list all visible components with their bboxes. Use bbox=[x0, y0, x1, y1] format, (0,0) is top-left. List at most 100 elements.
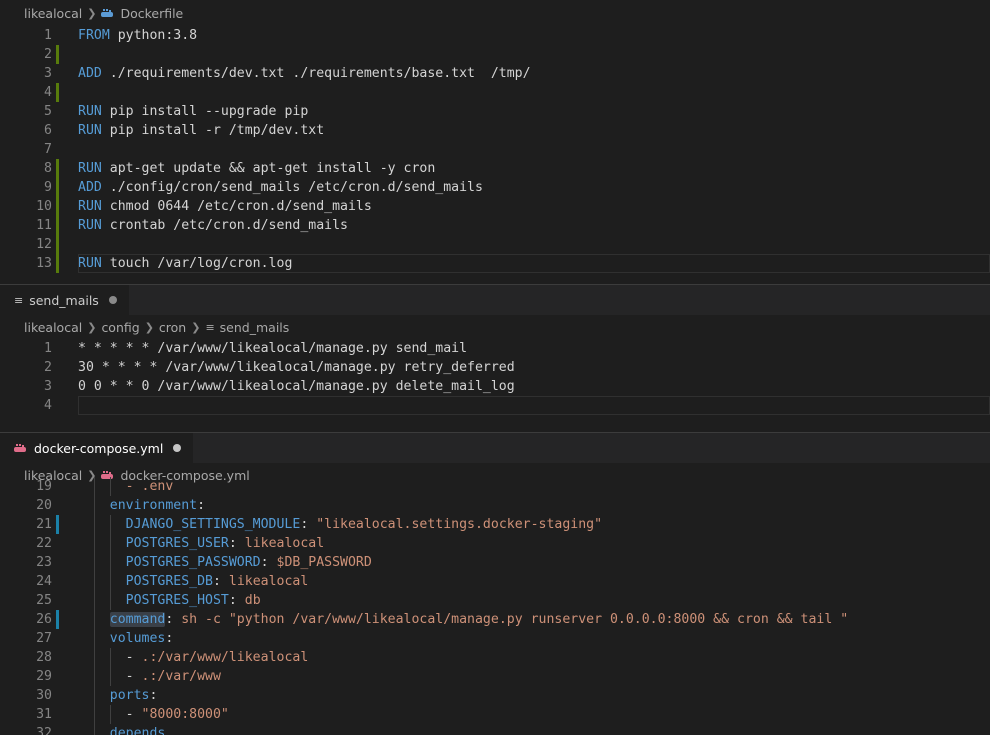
line-number: 1 bbox=[44, 28, 52, 43]
current-line-highlight bbox=[78, 396, 990, 415]
code-line[interactable]: 27 volumes: bbox=[0, 629, 990, 648]
code-line[interactable]: 9 ADD ./config/cron/send_mails /etc/cron.… bbox=[0, 178, 990, 197]
yaml-value: .:/var/www bbox=[141, 669, 221, 684]
line-number: 26 bbox=[36, 612, 52, 627]
keyword: RUN bbox=[78, 218, 102, 233]
code-line[interactable]: 6 RUN pip install -r /tmp/dev.txt bbox=[0, 121, 990, 140]
code-line[interactable]: 7 bbox=[0, 140, 990, 159]
line-text: ADD ./requirements/dev.txt ./requirement… bbox=[78, 64, 531, 83]
breadcrumb-folder[interactable]: likealocal bbox=[24, 6, 82, 21]
code-line[interactable]: 25 POSTGRES_HOST: db bbox=[0, 591, 990, 610]
tab-bar: ≡ send_mails bbox=[0, 285, 990, 315]
code-line[interactable]: 21 DJANGO_SETTINGS_MODULE: "likealocal.s… bbox=[0, 515, 990, 534]
keyword: RUN bbox=[78, 161, 102, 176]
yaml-value: - bbox=[125, 650, 142, 665]
code-line[interactable]: 5 RUN pip install --upgrade pip bbox=[0, 102, 990, 121]
code-line[interactable]: 11 RUN crontab /etc/cron.d/send_mails bbox=[0, 216, 990, 235]
modified-line-marker bbox=[56, 83, 59, 102]
code-line[interactable]: 32 depends bbox=[0, 724, 990, 735]
code-line[interactable]: 19 - .env bbox=[0, 477, 990, 496]
code-line[interactable]: 13 RUN touch /var/log/cron.log bbox=[0, 254, 990, 273]
code-line[interactable]: 10 RUN chmod 0644 /etc/cron.d/send_mails bbox=[0, 197, 990, 216]
yaml-value: sh -c "python /var/www/likealocal/manage… bbox=[181, 612, 849, 627]
line-number: 10 bbox=[36, 199, 52, 214]
modified-line-marker bbox=[56, 197, 59, 216]
line-number: 25 bbox=[36, 593, 52, 608]
line-number: 13 bbox=[36, 256, 52, 271]
code-line[interactable]: 29 - .:/var/www bbox=[0, 667, 990, 686]
unsaved-dot-icon[interactable] bbox=[173, 444, 182, 452]
code-line[interactable]: 2 bbox=[0, 45, 990, 64]
code-line[interactable]: 2 30 * * * * /var/www/likealocal/manage.p… bbox=[0, 358, 990, 377]
breadcrumb-config[interactable]: config bbox=[101, 320, 139, 335]
code-line[interactable]: 26 command: sh -c "python /var/www/likea… bbox=[0, 610, 990, 629]
line-text: volumes: bbox=[78, 629, 174, 648]
line-number: 3 bbox=[44, 379, 52, 394]
code-line[interactable]: 8 RUN apt-get update && apt-get install -… bbox=[0, 159, 990, 178]
line-number: 27 bbox=[36, 631, 52, 646]
code-line[interactable]: 3 ADD ./requirements/dev.txt ./requiremen… bbox=[0, 64, 990, 83]
tab-docker-compose[interactable]: docker-compose.yml bbox=[0, 433, 194, 463]
yaml-value: : bbox=[197, 498, 206, 513]
code-line[interactable]: 22 POSTGRES_USER: likealocal bbox=[0, 534, 990, 553]
code-line[interactable]: 20 environment: bbox=[0, 496, 990, 515]
yaml-value: : bbox=[165, 612, 182, 627]
code-area[interactable]: 1 FROM python:3.8 2 3 ADD ./requirements/dev… bbox=[0, 26, 990, 273]
yaml-value: likealocal bbox=[244, 536, 325, 551]
line-number: 24 bbox=[36, 574, 52, 589]
code-line[interactable]: 24 POSTGRES_DB: likealocal bbox=[0, 572, 990, 591]
send-mails-editor[interactable]: ≡ send_mails likealocal ❯ config ❯ cron … bbox=[0, 284, 990, 431]
line-number: 6 bbox=[44, 123, 52, 138]
code-area[interactable]: 1 * * * * * /var/www/likealocal/manage.py… bbox=[0, 339, 990, 415]
code-line[interactable]: 12 bbox=[0, 235, 990, 254]
yaml-value: likealocal bbox=[228, 574, 309, 589]
line-number: 8 bbox=[44, 161, 52, 176]
yaml-value: : bbox=[300, 517, 317, 532]
yaml-value: - .env bbox=[125, 479, 174, 494]
line-text: RUN crontab /etc/cron.d/send_mails bbox=[78, 216, 348, 235]
code-line[interactable]: 4 bbox=[0, 396, 990, 415]
line-text: RUN pip install --upgrade pip bbox=[78, 102, 308, 121]
code-line[interactable]: 23 POSTGRES_PASSWORD: $DB_PASSWORD bbox=[0, 553, 990, 572]
breadcrumb: likealocal ❯ config ❯ cron ❯ ≡ send_mail… bbox=[0, 315, 990, 339]
line-number: 19 bbox=[36, 479, 52, 494]
line-number: 4 bbox=[44, 85, 52, 100]
code-line[interactable]: 30 ports: bbox=[0, 686, 990, 705]
file-lines-icon: ≡ bbox=[205, 320, 215, 334]
breadcrumb-file[interactable]: Dockerfile bbox=[101, 6, 183, 21]
yaml-value: : bbox=[228, 593, 245, 608]
breadcrumb-cron[interactable]: cron bbox=[159, 320, 186, 335]
line-number: 3 bbox=[44, 66, 52, 81]
breadcrumb-file[interactable]: ≡ send_mails bbox=[205, 320, 289, 335]
dockerfile-editor[interactable]: likealocal ❯ Dockerfile 1 FROM python:3.8… bbox=[0, 0, 990, 282]
line-text: ports: bbox=[78, 686, 158, 705]
code-line[interactable]: 1 FROM python:3.8 bbox=[0, 26, 990, 45]
line-number: 2 bbox=[44, 360, 52, 375]
code-line[interactable]: 31 - "8000:8000" bbox=[0, 705, 990, 724]
code-area[interactable]: 19 - .env 20 environment: 21 DJANGO_SETTIN… bbox=[0, 477, 990, 735]
chevron-right-icon: ❯ bbox=[87, 6, 97, 20]
chevron-right-icon: ❯ bbox=[144, 320, 154, 334]
line-content: apt-get update && apt-get install -y cro… bbox=[101, 161, 436, 176]
code-line[interactable]: 1 * * * * * /var/www/likealocal/manage.py… bbox=[0, 339, 990, 358]
line-number: 23 bbox=[36, 555, 52, 570]
line-number: 31 bbox=[36, 707, 52, 722]
code-line[interactable]: 28 - .:/var/www/likealocal bbox=[0, 648, 990, 667]
keyword: ADD bbox=[78, 180, 102, 195]
yaml-value: : bbox=[228, 536, 245, 551]
docker-compose-editor[interactable]: docker-compose.yml likealocal ❯ docker-c… bbox=[0, 432, 990, 735]
unsaved-dot-icon[interactable] bbox=[108, 296, 117, 304]
docker-compose-icon bbox=[14, 444, 26, 452]
breadcrumb-folder[interactable]: likealocal bbox=[24, 320, 82, 335]
line-number: 20 bbox=[36, 498, 52, 513]
line-number: 4 bbox=[44, 398, 52, 413]
modified-line-marker bbox=[56, 159, 59, 178]
file-lines-icon: ≡ bbox=[14, 293, 24, 307]
tab-send-mails[interactable]: ≡ send_mails bbox=[0, 285, 129, 315]
line-text: - .:/var/www/likealocal bbox=[78, 648, 309, 667]
code-line[interactable]: 4 bbox=[0, 83, 990, 102]
yaml-value: : bbox=[165, 631, 174, 646]
keyword: RUN bbox=[78, 199, 102, 214]
code-line[interactable]: 3 0 0 * * 0 /var/www/likealocal/manage.py… bbox=[0, 377, 990, 396]
line-text: * * * * * /var/www/likealocal/manage.py … bbox=[78, 341, 468, 356]
